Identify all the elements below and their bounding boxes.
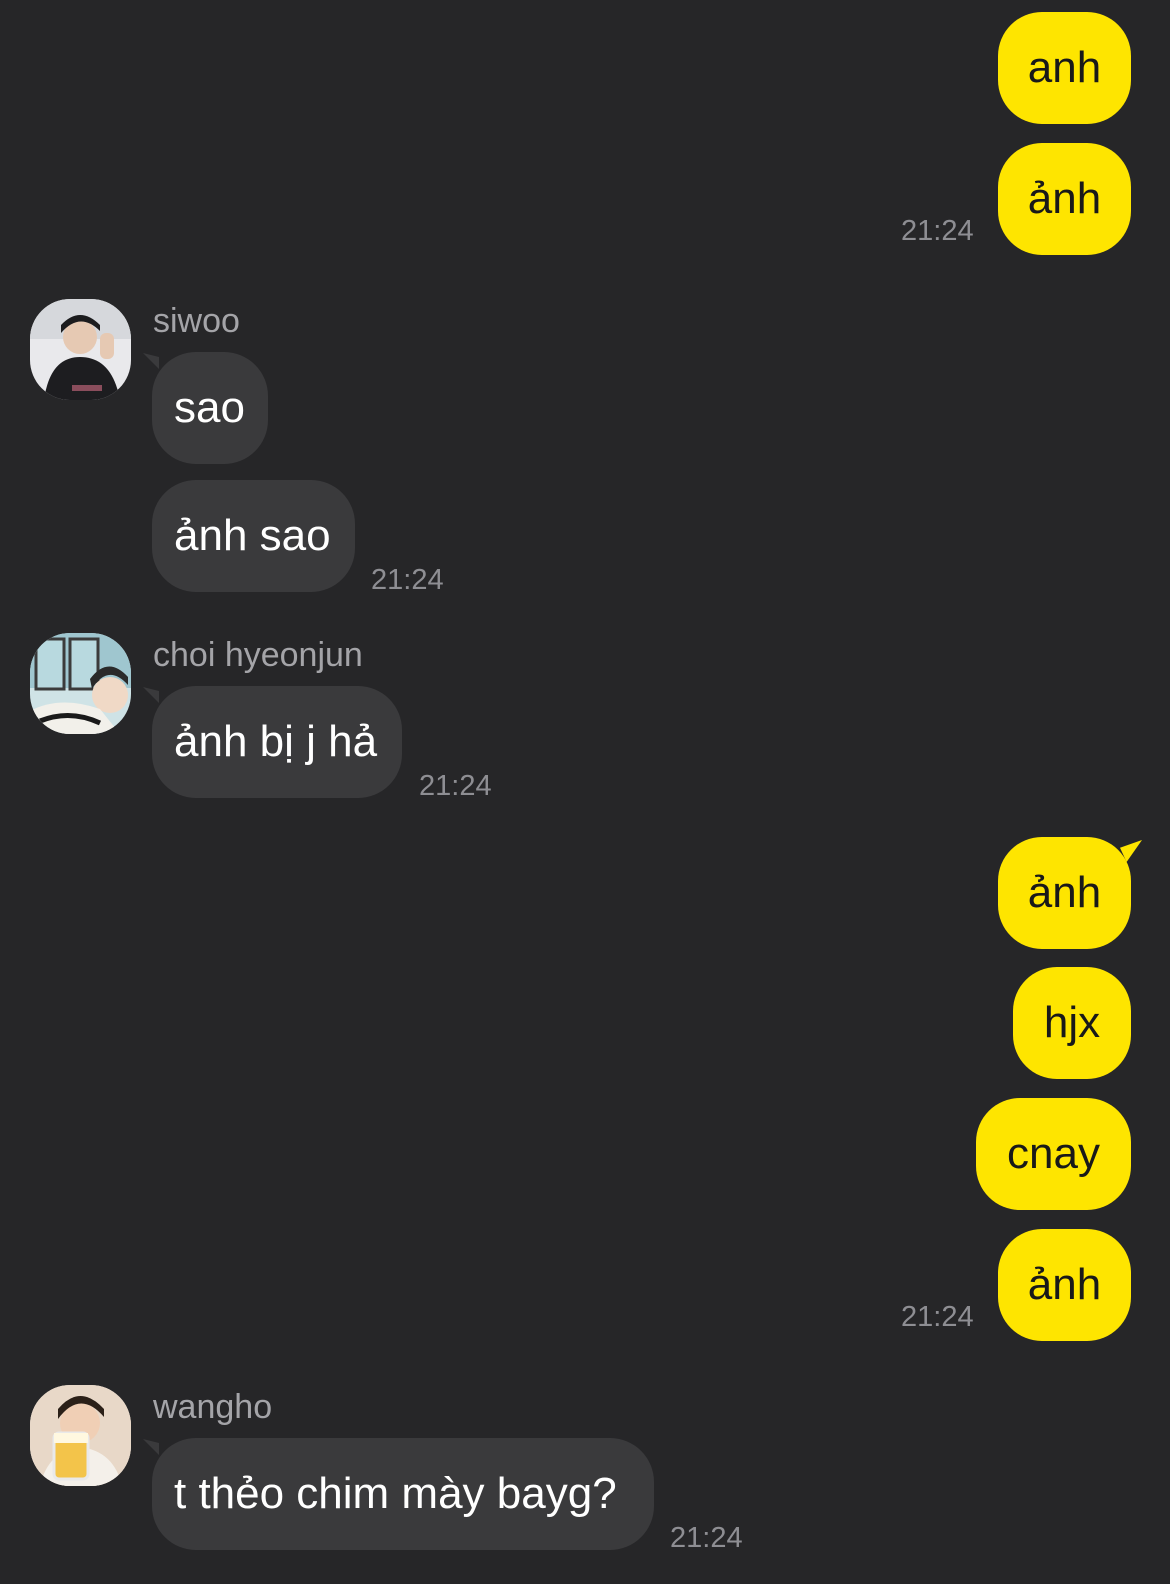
message-timestamp: 21:24: [901, 1301, 974, 1333]
their-message-bubble[interactable]: sao: [152, 352, 268, 464]
message-text: ảnh: [1027, 1260, 1102, 1309]
message-text: t thẻo chim mày bayg?: [174, 1469, 617, 1518]
message-timestamp: 21:24: [670, 1522, 743, 1554]
bubble-tail: [143, 1439, 159, 1455]
their-message-bubble[interactable]: ảnh sao: [152, 480, 355, 592]
my-message-bubble[interactable]: ảnh: [998, 837, 1131, 949]
bubble-tail: [143, 353, 159, 369]
wangho-avatar[interactable]: [30, 1385, 131, 1486]
message-timestamp: 21:24: [419, 770, 492, 802]
their-message-bubble[interactable]: t thẻo chim mày bayg?: [152, 1438, 654, 1550]
sender-name: choi hyeonjun: [153, 636, 363, 674]
message-text: ảnh: [1027, 174, 1102, 223]
message-timestamp: 21:24: [901, 215, 974, 247]
sender-name: wangho: [153, 1388, 273, 1426]
chat-message-list[interactable]: anh ảnh 21:24 siwoo sao ảnh sao 21:24 ch…: [0, 0, 1170, 1584]
message-text: sao: [174, 383, 245, 432]
message-text: ảnh: [1027, 868, 1102, 917]
my-message-bubble[interactable]: hjx: [1013, 967, 1131, 1079]
siwoo-avatar[interactable]: [30, 299, 131, 400]
my-message-bubble[interactable]: ảnh: [998, 1229, 1131, 1341]
message-text: ảnh sao: [174, 511, 331, 560]
bubble-tail: [143, 687, 159, 703]
choi-hyeonjun-avatar[interactable]: [30, 633, 131, 734]
sender-name: siwoo: [153, 302, 240, 340]
message-text: ảnh bị j hả: [174, 717, 378, 766]
message-timestamp: 21:24: [371, 564, 444, 596]
my-message-bubble[interactable]: ảnh: [998, 143, 1131, 255]
my-message-bubble[interactable]: anh: [998, 12, 1131, 124]
their-message-bubble[interactable]: ảnh bị j hả: [152, 686, 402, 798]
message-text: anh: [1027, 43, 1102, 92]
message-text: cnay: [1007, 1129, 1100, 1178]
message-text: hjx: [1043, 998, 1101, 1047]
my-message-bubble[interactable]: cnay: [976, 1098, 1131, 1210]
